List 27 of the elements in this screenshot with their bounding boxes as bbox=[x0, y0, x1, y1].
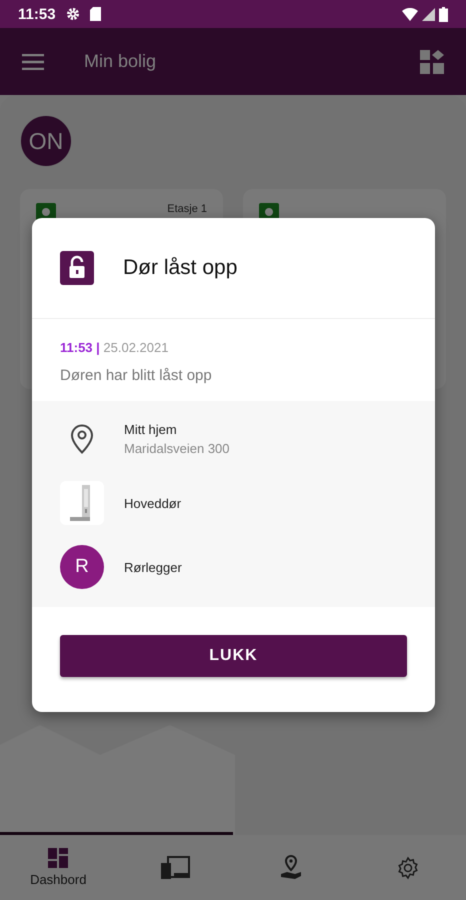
unlock-icon bbox=[60, 251, 94, 285]
user-avatar[interactable]: ON bbox=[20, 115, 72, 167]
row-title: Rørlegger bbox=[124, 560, 182, 574]
close-button[interactable]: LUKK bbox=[60, 635, 407, 677]
dashboard-icon[interactable] bbox=[48, 848, 68, 868]
signal-icon bbox=[422, 8, 435, 20]
battery-icon bbox=[439, 6, 448, 22]
row-title: Mitt hjem bbox=[124, 422, 178, 437]
dialog-message: Døren har blitt låst opp bbox=[60, 367, 213, 384]
nav-tab[interactable]: Dashbord bbox=[0, 835, 116, 900]
person-avatar: R bbox=[60, 545, 104, 589]
row-title: Hoveddør bbox=[124, 496, 182, 510]
location-pin-icon bbox=[70, 424, 94, 454]
status-time: 11:53 bbox=[18, 6, 56, 22]
devices-icon[interactable] bbox=[160, 856, 190, 880]
sd-card-icon bbox=[90, 7, 101, 21]
wifi-icon bbox=[402, 8, 418, 20]
menu-icon[interactable] bbox=[22, 54, 44, 70]
timestamp: 11:53 | 25.02.2021 bbox=[60, 340, 170, 355]
row-subtitle: Maridalsveien 300 bbox=[124, 441, 230, 456]
dialog-title: Dør låst opp bbox=[123, 256, 238, 280]
settings-icon[interactable] bbox=[396, 856, 420, 880]
app-title: Min bolig bbox=[84, 51, 156, 72]
gear-icon bbox=[66, 7, 80, 21]
widgets-icon[interactable] bbox=[420, 50, 444, 74]
pin-hand-icon[interactable] bbox=[280, 854, 302, 880]
floor-label: Etasje 1 bbox=[167, 203, 207, 215]
